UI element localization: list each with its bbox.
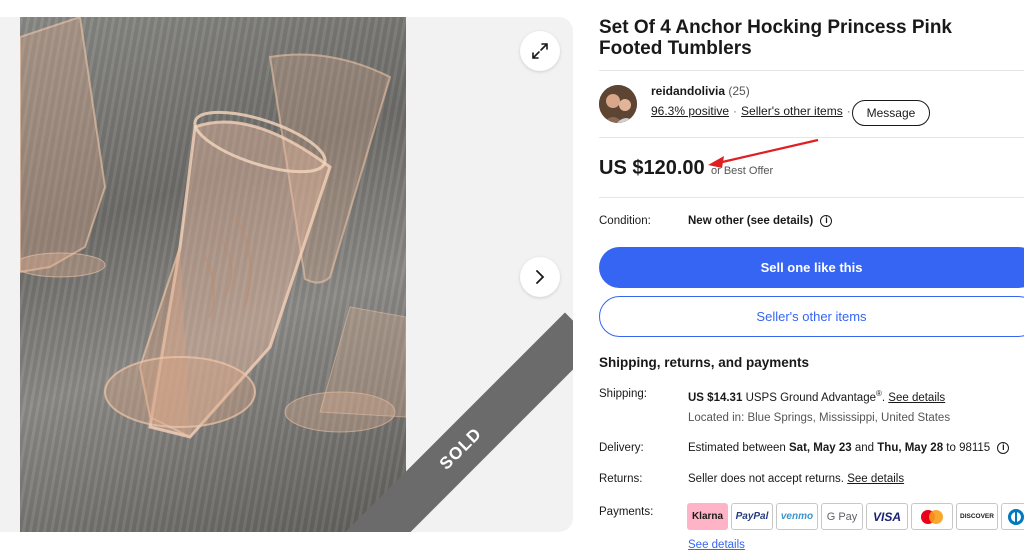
separator-dot: ·: [846, 104, 851, 118]
seller-photo: [599, 85, 637, 123]
visa-logo: VISA: [866, 503, 908, 530]
seller-positive-link[interactable]: 96.3% positive: [651, 104, 729, 118]
delivery-end: Thu, May 28: [877, 442, 944, 455]
seller-name-link[interactable]: reidandolivia: [651, 84, 725, 98]
diners-club-icon: [1008, 508, 1024, 525]
returns-value: Seller does not accept returns. See deta…: [688, 473, 904, 485]
seller-avatar[interactable]: [599, 85, 637, 123]
delivery-prefix: Estimated between: [688, 442, 786, 455]
paypal-logo: PayPal: [731, 503, 773, 530]
condition-value: New other (see details) i: [688, 215, 833, 227]
venmo-logo: venmo: [776, 503, 818, 530]
returns-text: Seller does not accept returns.: [688, 473, 844, 485]
shipping-service: USPS Ground Advantage: [745, 391, 876, 404]
seller-feedback-count: (25): [728, 84, 750, 98]
info-icon[interactable]: i: [997, 442, 1010, 454]
message-button[interactable]: Message: [852, 100, 930, 126]
sellers-other-items-button[interactable]: Seller's other items: [599, 296, 1024, 337]
delivery-label: Delivery:: [599, 442, 644, 454]
condition-text[interactable]: New other (see details): [688, 215, 813, 227]
price: US $120.00: [599, 157, 705, 179]
mastercard-logo: [911, 503, 953, 530]
separator-dot: ·: [733, 104, 738, 118]
image-gallery: SOLD: [0, 17, 573, 532]
shipping-value: US $14.31 USPS Ground Advantage®. See de…: [688, 389, 946, 404]
delivery-value: Estimated between Sat, May 23 and Thu, M…: [688, 442, 1010, 455]
product-photo[interactable]: [20, 17, 406, 532]
best-offer-text: or Best Offer: [711, 165, 774, 177]
delivery-and: and: [854, 442, 875, 455]
shipping-see-details-link[interactable]: See details: [888, 392, 945, 404]
diners-club-logo: [1001, 503, 1024, 530]
returns-label: Returns:: [599, 473, 643, 485]
expand-icon: [532, 43, 548, 59]
divider: [599, 137, 1024, 138]
shipping-price: US $14.31: [688, 391, 743, 404]
returns-see-details-link[interactable]: See details: [847, 473, 904, 485]
chevron-right-icon: [536, 270, 545, 284]
condition-label: Condition:: [599, 215, 651, 227]
sold-label: SOLD: [435, 423, 486, 474]
delivery-start: Sat, May 23: [789, 442, 852, 455]
seller-links: 96.3% positive · Seller's other items ·: [651, 104, 855, 118]
shipping-label: Shipping:: [599, 388, 647, 400]
payments-see-details: See details: [688, 539, 745, 551]
shipping-section-title: Shipping, returns, and payments: [599, 355, 810, 370]
item-location: Located in: Blue Springs, Mississippi, U…: [688, 412, 951, 424]
glass-tumblers-image: [20, 17, 406, 439]
google-pay-logo: G Pay: [821, 503, 863, 530]
payment-methods: Klarna PayPal venmo G Pay VISA DISCOVER: [687, 503, 1024, 530]
expand-button[interactable]: [520, 31, 560, 71]
divider: [599, 197, 1024, 198]
sell-one-like-this-button[interactable]: Sell one like this: [599, 247, 1024, 288]
mastercard-icon: [921, 509, 943, 524]
next-image-button[interactable]: [520, 257, 560, 297]
payments-label: Payments:: [599, 506, 654, 518]
klarna-logo: Klarna: [687, 503, 728, 530]
payments-see-details-link[interactable]: See details: [688, 539, 745, 551]
listing-title: Set Of 4 Anchor Hocking Princess Pink Fo…: [599, 17, 953, 59]
registered-mark: ®: [875, 389, 882, 398]
seller-other-items-link[interactable]: Seller's other items: [741, 104, 843, 118]
delivery-zip: to 98115: [946, 442, 991, 455]
seller-name[interactable]: reidandolivia (25): [651, 84, 750, 98]
info-icon[interactable]: i: [820, 215, 833, 227]
divider: [599, 70, 1024, 71]
discover-logo: DISCOVER: [956, 503, 998, 530]
